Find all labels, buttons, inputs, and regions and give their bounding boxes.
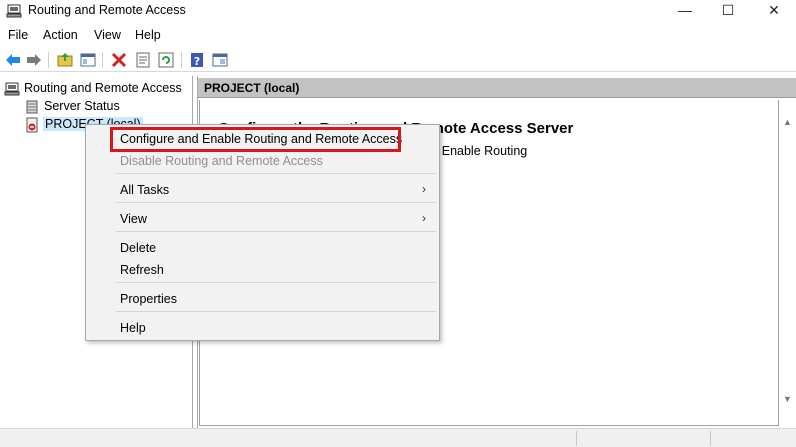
- menu-item-label: Disable Routing and Remote Access: [120, 154, 323, 168]
- menu-item-label: Properties: [120, 292, 177, 306]
- menu-separator: [116, 282, 436, 283]
- title-bar: Routing and Remote Access — ☐ ✕: [0, 0, 796, 22]
- vertical-scrollbar[interactable]: ▲ ▼: [779, 100, 796, 426]
- menu-separator: [116, 202, 436, 203]
- routing-app-icon: [6, 3, 22, 19]
- scroll-down-icon[interactable]: ▼: [779, 394, 796, 406]
- status-segment: [576, 431, 710, 446]
- menu-item-label: Help: [120, 321, 146, 335]
- properties-icon[interactable]: [134, 51, 152, 69]
- server-stopped-icon: [24, 117, 40, 133]
- export-list-icon[interactable]: [211, 51, 229, 69]
- menu-delete[interactable]: Delete: [86, 238, 439, 258]
- menu-separator: [116, 231, 436, 232]
- svg-text:?: ?: [194, 55, 200, 68]
- tree-item-label: Server Status: [44, 99, 120, 113]
- menu-item-label: All Tasks: [120, 183, 170, 197]
- show-hide-tree-icon[interactable]: [79, 51, 97, 69]
- menu-view[interactable]: View ›: [86, 209, 439, 229]
- scroll-up-icon[interactable]: ▲: [779, 117, 796, 129]
- delete-icon[interactable]: [110, 51, 128, 69]
- menu-help[interactable]: Help: [86, 318, 439, 338]
- toolbar: ?: [0, 48, 796, 72]
- help-icon[interactable]: ?: [188, 51, 206, 69]
- submenu-arrow-icon: ›: [422, 211, 426, 225]
- status-bar: [0, 428, 796, 447]
- window-title: Routing and Remote Access: [28, 3, 186, 17]
- status-segment: [710, 431, 796, 446]
- menu-properties[interactable]: Properties: [86, 289, 439, 309]
- close-button[interactable]: ✕: [751, 0, 796, 22]
- context-menu: Configure and Enable Routing and Remote …: [85, 124, 440, 341]
- menu-view[interactable]: View: [94, 28, 121, 42]
- forward-icon[interactable]: [25, 51, 43, 69]
- menu-help[interactable]: Help: [135, 28, 161, 42]
- minimize-button[interactable]: —: [662, 0, 708, 22]
- server-status-icon: [24, 99, 40, 115]
- back-icon[interactable]: [4, 51, 22, 69]
- refresh-icon[interactable]: [157, 51, 175, 69]
- menu-disable-routing: Disable Routing and Remote Access: [86, 151, 439, 171]
- menu-refresh[interactable]: Refresh: [86, 260, 439, 280]
- menu-separator: [116, 173, 436, 174]
- menu-action[interactable]: Action: [43, 28, 78, 42]
- details-header: PROJECT (local): [198, 78, 796, 98]
- details-header-title: PROJECT (local): [204, 81, 300, 95]
- menu-all-tasks[interactable]: All Tasks ›: [86, 180, 439, 200]
- menu-separator: [116, 311, 436, 312]
- tree-root-label: Routing and Remote Access: [24, 81, 182, 95]
- menu-item-label: Refresh: [120, 263, 164, 277]
- menu-bar: File Action View Help: [0, 26, 796, 46]
- menu-item-label: Delete: [120, 241, 157, 255]
- menu-item-label: View: [120, 212, 147, 226]
- highlight-annotation-box: [110, 127, 401, 152]
- maximize-button[interactable]: ☐: [705, 0, 751, 22]
- routing-server-icon: [4, 81, 20, 97]
- up-folder-icon[interactable]: [56, 51, 74, 69]
- toolbar-separator: [102, 52, 103, 68]
- toolbar-separator: [48, 52, 49, 68]
- toolbar-separator: [181, 52, 182, 68]
- submenu-arrow-icon: ›: [422, 182, 426, 196]
- menu-file[interactable]: File: [8, 28, 28, 42]
